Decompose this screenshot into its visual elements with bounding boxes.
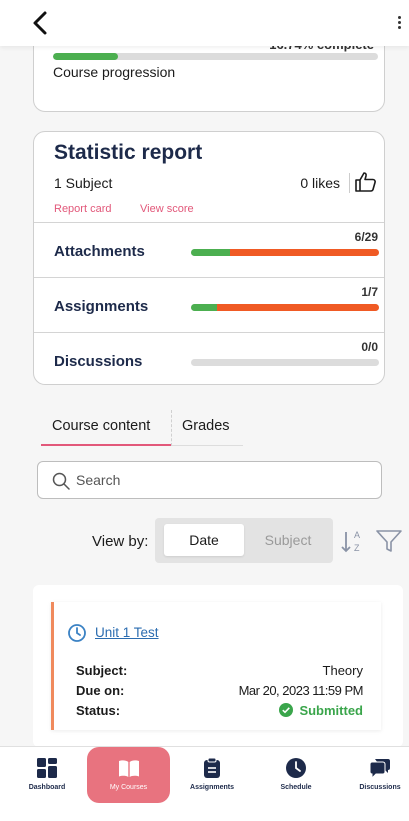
view-by-date-button[interactable]: Date bbox=[164, 524, 244, 556]
course-content-list: Unit 1 Test Subject: Theory Due on: Mar … bbox=[33, 585, 403, 747]
book-icon bbox=[118, 760, 139, 777]
stat-row-count: 6/29 bbox=[354, 230, 378, 244]
likes-count: 0 likes bbox=[300, 175, 340, 191]
stat-row-label: Attachments bbox=[54, 243, 145, 260]
stat-row-bar bbox=[191, 249, 379, 256]
view-by-label: View by: bbox=[92, 533, 149, 550]
stat-row-discussions: Discussions 0/0 bbox=[34, 332, 384, 387]
list-item[interactable]: Unit 1 Test Subject: Theory Due on: Mar … bbox=[51, 602, 381, 730]
nav-label: Schedule bbox=[280, 784, 312, 791]
sort-alpha-icon: A Z bbox=[341, 530, 360, 553]
bottom-navigation: Dashboard My Courses Assignments Schedul… bbox=[0, 746, 409, 821]
dashboard-icon bbox=[37, 758, 57, 778]
course-progress-bar bbox=[53, 53, 378, 60]
top-bar bbox=[0, 0, 409, 46]
view-by-toggle: Date Subject bbox=[155, 518, 333, 563]
stat-row-count: 0/0 bbox=[361, 340, 378, 354]
clock-icon bbox=[286, 758, 306, 778]
subject-count: 1 Subject bbox=[54, 175, 113, 191]
stat-row-label: Assignments bbox=[54, 298, 149, 315]
nav-label: My Courses bbox=[109, 784, 148, 791]
nav-label: Discussions bbox=[359, 784, 401, 791]
vertical-ellipsis-icon bbox=[397, 16, 401, 19]
status-text: Submitted bbox=[299, 703, 363, 718]
status-key: Status: bbox=[76, 703, 121, 718]
stat-row-bar bbox=[191, 359, 379, 366]
clock-icon bbox=[68, 624, 86, 642]
sort-button[interactable]: A Z bbox=[339, 526, 369, 556]
stat-row-count: 1/7 bbox=[361, 285, 378, 299]
view-score-link[interactable]: View score bbox=[140, 203, 194, 215]
stat-row-assignments: Assignments 1/7 bbox=[34, 277, 384, 332]
view-by-subject-button[interactable]: Subject bbox=[252, 524, 324, 556]
nav-discussions[interactable]: Discussions bbox=[352, 747, 408, 799]
due-key: Due on: bbox=[76, 683, 125, 698]
thumbs-up-icon bbox=[355, 172, 376, 192]
chevron-left-icon bbox=[33, 11, 47, 35]
report-card-link[interactable]: Report card bbox=[54, 203, 111, 215]
clipboard-icon bbox=[204, 757, 220, 778]
stat-row-label: Discussions bbox=[54, 353, 143, 370]
due-value: Mar 20, 2023 11:59 PM bbox=[238, 683, 364, 698]
like-button[interactable] bbox=[354, 170, 378, 194]
content-tabs: Course content Grades bbox=[41, 410, 243, 446]
filter-button[interactable] bbox=[375, 526, 403, 556]
nav-assignments[interactable]: Assignments bbox=[180, 747, 244, 799]
ellipsis-dot bbox=[397, 21, 401, 24]
more-options-button[interactable] bbox=[395, 14, 403, 34]
stat-bar-pending bbox=[217, 304, 379, 311]
subject-value: Theory bbox=[322, 663, 363, 678]
stat-row-attachments: Attachments 6/29 bbox=[34, 222, 384, 277]
search-box bbox=[37, 461, 382, 499]
svg-text:Z: Z bbox=[354, 543, 360, 553]
item-title-link[interactable]: Unit 1 Test bbox=[95, 625, 159, 640]
stat-row-bar bbox=[191, 304, 379, 311]
stat-bar-done bbox=[191, 304, 218, 311]
tab-grades[interactable]: Grades bbox=[171, 410, 243, 446]
subject-key: Subject: bbox=[76, 663, 128, 678]
search-icon bbox=[52, 472, 70, 490]
filter-funnel-icon bbox=[376, 530, 402, 552]
nav-dashboard[interactable]: Dashboard bbox=[12, 747, 82, 799]
back-button[interactable] bbox=[28, 9, 52, 37]
nav-schedule[interactable]: Schedule bbox=[266, 747, 326, 799]
nav-label: Assignments bbox=[190, 784, 234, 791]
likes-divider bbox=[349, 173, 350, 193]
nav-label: Dashboard bbox=[28, 784, 66, 791]
svg-text:A: A bbox=[354, 530, 360, 540]
tab-course-content[interactable]: Course content bbox=[41, 410, 171, 446]
stat-bar-pending bbox=[230, 249, 379, 256]
ellipsis-dot bbox=[397, 26, 401, 29]
status-badge: Submitted bbox=[279, 703, 363, 718]
statistic-report-card: Statistic report 1 Subject 0 likes Repor… bbox=[33, 131, 385, 385]
progress-fill bbox=[53, 53, 118, 60]
stat-bar-done bbox=[191, 249, 231, 256]
search-input[interactable] bbox=[76, 467, 366, 493]
statistic-report-title: Statistic report bbox=[54, 141, 203, 164]
progress-label: Course progression bbox=[53, 64, 176, 80]
chat-icon bbox=[369, 759, 390, 779]
nav-my-courses[interactable]: My Courses bbox=[87, 747, 170, 803]
check-circle-icon bbox=[279, 703, 294, 717]
